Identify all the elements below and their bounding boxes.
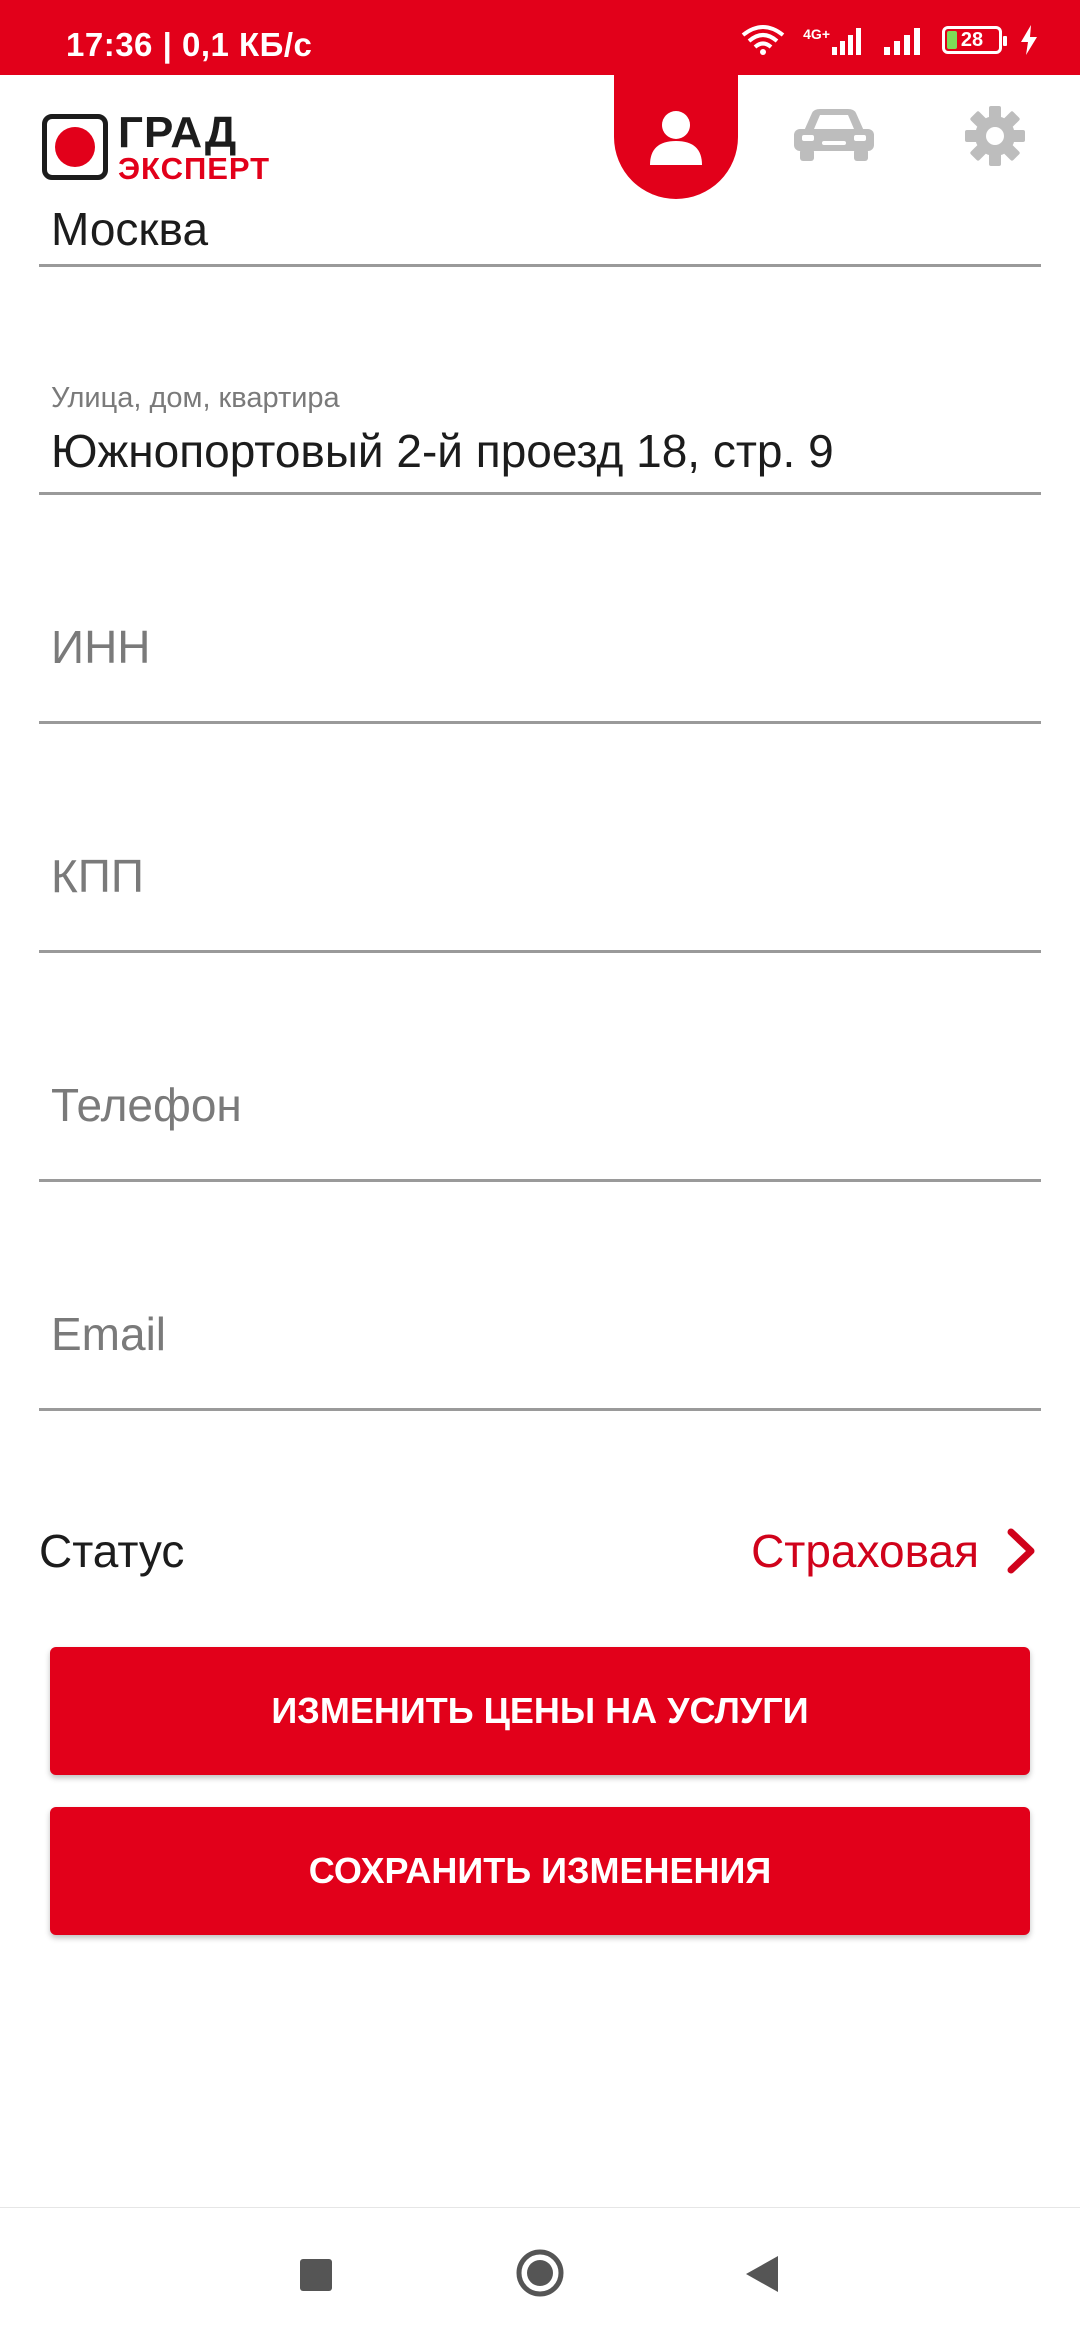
- logo: ГРАД ЭКСПЕРТ: [42, 109, 270, 185]
- battery-level: 28: [960, 28, 984, 51]
- logo-line1: ГРАД: [118, 107, 238, 157]
- app-header: ГРАД ЭКСПЕРТ: [0, 75, 1080, 200]
- wifi-icon: [741, 25, 785, 55]
- tab-car[interactable]: [790, 105, 878, 165]
- status-value: Страховая: [751, 1525, 979, 1577]
- inn-field[interactable]: ИНН: [39, 600, 1041, 724]
- signal-icon-2: [884, 28, 920, 55]
- save-changes-button[interactable]: СОХРАНИТЬ ИЗМЕНЕНИЯ: [50, 1807, 1030, 1935]
- kpp-placeholder: КПП: [51, 850, 144, 902]
- logo-text: ГРАД ЭКСПЕРТ: [118, 107, 271, 186]
- battery-icon: 28: [942, 26, 1007, 54]
- network-label: 4G+: [803, 26, 830, 42]
- email-placeholder: Email: [51, 1308, 167, 1360]
- tab-settings[interactable]: [964, 105, 1026, 167]
- status-label: Статус: [39, 1525, 185, 1577]
- logo-line2: ЭКСПЕРТ: [118, 150, 271, 186]
- user-icon: [650, 111, 702, 165]
- charging-icon: [1021, 25, 1037, 55]
- phone-field[interactable]: Телефон: [39, 1058, 1041, 1182]
- status-icons: 4G+ 28: [741, 20, 1038, 60]
- address-label: Улица, дом, квартира: [51, 382, 340, 414]
- network-type: 4G+: [803, 25, 866, 55]
- back-icon[interactable]: [744, 2254, 780, 2294]
- kpp-field[interactable]: КПП: [39, 829, 1041, 953]
- city-value: Москва: [51, 203, 209, 255]
- status-time: 17:36 | 0,1 КБ/с: [66, 26, 313, 63]
- recents-icon[interactable]: [300, 2259, 332, 2291]
- phone-placeholder: Телефон: [51, 1079, 242, 1131]
- address-field[interactable]: Улица, дом, квартира Южнопортовый 2-й пр…: [39, 370, 1041, 495]
- status-bar: 17:36 | 0,1 КБ/с 4G+ 28: [0, 0, 1080, 75]
- home-icon[interactable]: [515, 2248, 565, 2298]
- inn-placeholder: ИНН: [51, 621, 151, 673]
- tab-profile[interactable]: [614, 75, 738, 199]
- change-prices-button[interactable]: ИЗМЕНИТЬ ЦЕНЫ НА УСЛУГИ: [50, 1647, 1030, 1775]
- status-row[interactable]: Статус Страховая: [39, 1510, 1041, 1590]
- logo-mark: [42, 114, 108, 180]
- gear-icon: [965, 106, 1025, 166]
- battery-fill: [947, 31, 957, 49]
- chevron-right-icon: [1007, 1528, 1035, 1574]
- system-nav-bar: [0, 2207, 1080, 2341]
- signal-icon-1: [832, 28, 861, 55]
- city-field[interactable]: Москва: [39, 200, 1041, 267]
- email-field[interactable]: Email: [39, 1287, 1041, 1411]
- car-icon: [794, 109, 874, 161]
- address-value: Южнопортовый 2-й проезд 18, стр. 9: [51, 425, 834, 477]
